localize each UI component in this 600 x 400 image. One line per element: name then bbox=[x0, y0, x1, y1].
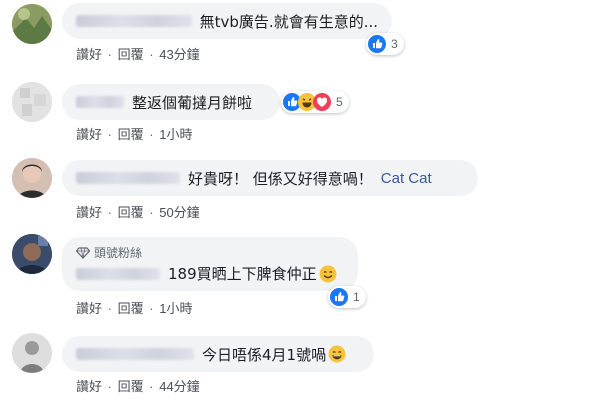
diamond-icon bbox=[76, 246, 90, 259]
avatar[interactable] bbox=[12, 4, 52, 44]
grin-emoji-icon bbox=[328, 345, 346, 363]
like-link[interactable]: 讚好 bbox=[76, 205, 102, 220]
like-link[interactable]: 讚好 bbox=[76, 301, 102, 316]
author-name-blurred[interactable] bbox=[76, 96, 124, 108]
reactions-count: 5 bbox=[336, 95, 343, 109]
like-reaction-icon bbox=[330, 288, 348, 306]
comment-bubble: 無tvb廣告.就會有生意的... bbox=[62, 3, 392, 39]
timestamp[interactable]: 43分鐘 bbox=[159, 47, 199, 62]
author-name-blurred[interactable] bbox=[76, 348, 194, 360]
comment-text: 無tvb廣告.就會有生意的... bbox=[199, 12, 378, 31]
like-link[interactable]: 讚好 bbox=[76, 127, 102, 142]
reactions-count: 3 bbox=[391, 37, 398, 51]
reply-link[interactable]: 回覆 bbox=[118, 127, 144, 142]
comment-text: 好貴呀！ 但係又好得意喎！ bbox=[188, 169, 373, 188]
author-name-blurred[interactable] bbox=[76, 267, 160, 280]
love-reaction-icon bbox=[313, 93, 331, 111]
comment-meta: 讚好 · 回覆 · 1小時 bbox=[76, 124, 194, 143]
avatar[interactable] bbox=[12, 234, 52, 274]
comment-meta: 讚好 · 回覆 · 44分鐘 bbox=[76, 376, 202, 395]
timestamp[interactable]: 50分鐘 bbox=[159, 205, 199, 220]
comment-bubble: 好貴呀！ 但係又好得意喎！ Cat Cat bbox=[62, 160, 478, 196]
avatar-image bbox=[12, 234, 52, 274]
avatar-image bbox=[12, 333, 52, 373]
comment-text: 整返個葡撻月餅啦 bbox=[132, 93, 253, 112]
reactions-summary[interactable]: 1 bbox=[328, 286, 366, 308]
reply-link[interactable]: 回覆 bbox=[118, 301, 144, 316]
separator: · bbox=[107, 205, 112, 220]
avatar[interactable] bbox=[12, 158, 52, 198]
author-name-blurred[interactable] bbox=[76, 15, 192, 27]
separator: · bbox=[149, 127, 154, 142]
timestamp[interactable]: 44分鐘 bbox=[159, 379, 199, 394]
separator: · bbox=[107, 301, 112, 316]
like-reaction-icon bbox=[368, 35, 386, 53]
like-link[interactable]: 讚好 bbox=[76, 379, 102, 394]
comment-text: 今日唔係4月1號喎 bbox=[202, 345, 327, 364]
separator: · bbox=[107, 127, 112, 142]
badge-label: 頭號粉絲 bbox=[94, 246, 143, 260]
reply-link[interactable]: 回覆 bbox=[118, 379, 144, 394]
smile-emoji-icon bbox=[319, 265, 337, 282]
like-link[interactable]: 讚好 bbox=[76, 47, 102, 62]
avatar-image bbox=[12, 158, 52, 198]
mention-link[interactable]: Cat Cat bbox=[381, 170, 432, 187]
avatar-image bbox=[12, 82, 52, 122]
reply-link[interactable]: 回覆 bbox=[118, 205, 144, 220]
timestamp[interactable]: 1小時 bbox=[159, 127, 192, 142]
avatar[interactable] bbox=[12, 333, 52, 373]
avatar[interactable] bbox=[12, 82, 52, 122]
comment-meta: 讚好 · 回覆 · 43分鐘 bbox=[76, 44, 202, 63]
top-fan-badge[interactable]: 頭號粉絲 bbox=[76, 244, 142, 261]
reactions-count: 1 bbox=[353, 290, 360, 304]
comment-meta: 讚好 · 回覆 · 1小時 bbox=[76, 298, 194, 317]
comment-bubble: 頭號粉絲 189買晒上下脾食仲正 bbox=[62, 237, 358, 291]
comment-bubble: 今日唔係4月1號喎 bbox=[62, 336, 374, 372]
reactions-summary[interactable]: 3 bbox=[366, 33, 404, 55]
author-name-blurred[interactable] bbox=[76, 172, 180, 184]
separator: · bbox=[149, 301, 154, 316]
separator: · bbox=[149, 379, 154, 394]
comment-text: 189買晒上下脾食仲正 bbox=[168, 265, 317, 283]
separator: · bbox=[149, 47, 154, 62]
avatar-image bbox=[12, 4, 52, 44]
comment-bubble: 整返個葡撻月餅啦 bbox=[62, 84, 280, 120]
separator: · bbox=[107, 379, 112, 394]
reply-link[interactable]: 回覆 bbox=[118, 47, 144, 62]
comment-meta: 讚好 · 回覆 · 50分鐘 bbox=[76, 202, 202, 221]
separator: · bbox=[107, 47, 112, 62]
separator: · bbox=[149, 205, 154, 220]
timestamp[interactable]: 1小時 bbox=[159, 301, 192, 316]
reactions-summary[interactable]: 5 bbox=[281, 91, 349, 113]
